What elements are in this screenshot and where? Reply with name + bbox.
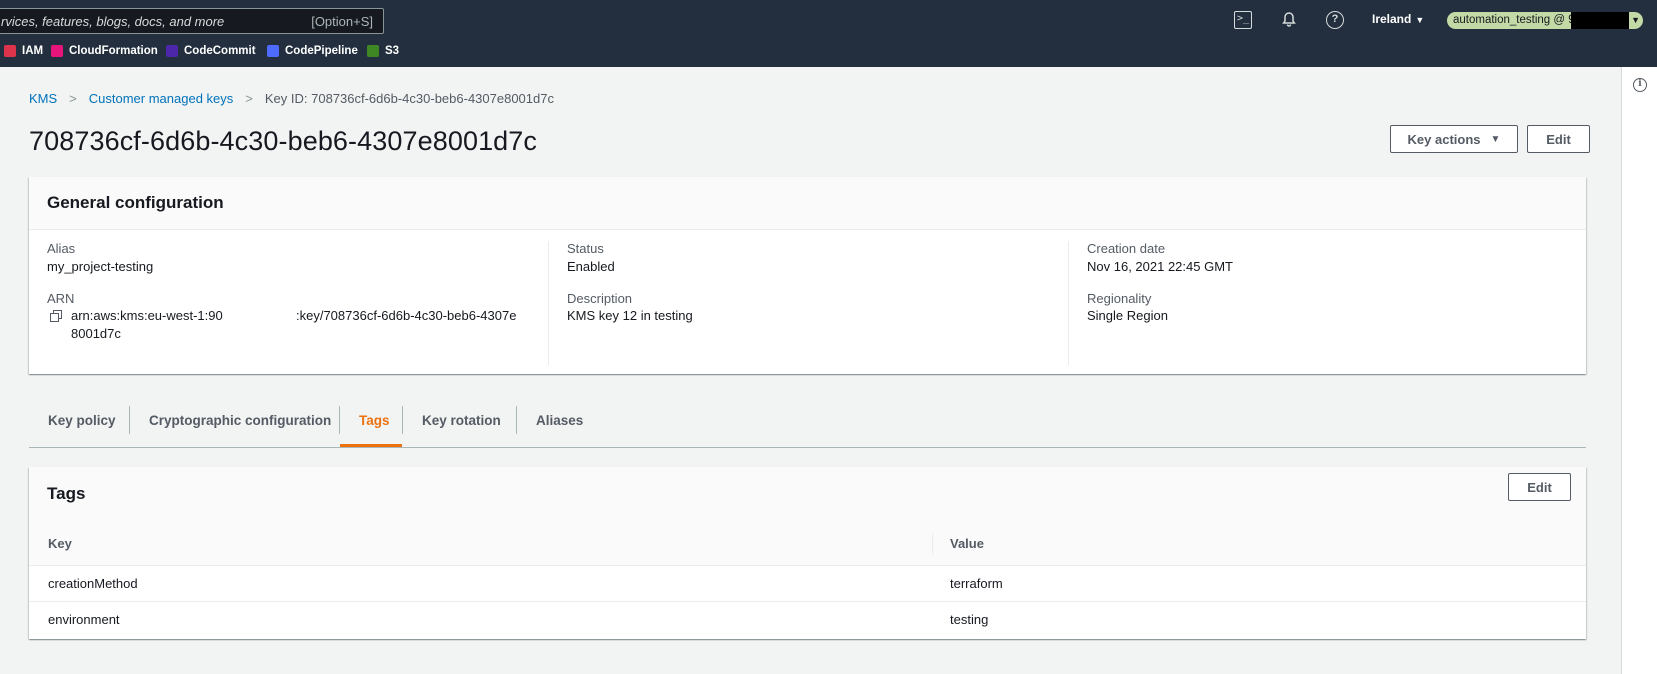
table-header: Key Value [29,521,1586,566]
arn-label: ARN [47,291,75,306]
tags-edit-button[interactable]: Edit [1508,473,1571,501]
caret-down-icon: ▼ [1490,133,1501,145]
tab-key-rotation[interactable]: Key rotation [402,406,520,434]
chevron-right-icon: > [69,91,77,106]
cloudformation-icon [51,45,63,57]
creation-date-label: Creation date [1087,241,1166,256]
codecommit-icon [166,45,178,57]
tags-title: Tags [47,484,86,503]
column-header-key: Key [48,536,72,551]
codepipeline-icon [267,45,279,57]
favorite-iam[interactable]: IAM [4,45,43,57]
status-value: Enabled [567,259,615,274]
caret-down-icon: ▼ [1415,15,1425,25]
bell-glyph [1282,12,1296,27]
panel-header: General configuration [29,177,1586,230]
tags-panel-header: Tags [29,467,1586,521]
tab-aliases[interactable]: Aliases [516,406,602,434]
active-tab-indicator [340,444,402,447]
favorite-cloudformation[interactable]: CloudFormation [51,45,158,57]
favorite-label: IAM [22,45,44,57]
bell-icon[interactable] [1280,11,1298,29]
chevron-right-icon: > [245,91,253,106]
arn-value-part2: :key/708736cf-6d6b-4c30-beb6-4307e [296,308,517,323]
favorite-codepipeline[interactable]: CodePipeline [267,45,358,57]
favorite-label: CodePipeline [285,45,358,57]
tools-rail: i [1621,67,1657,674]
column-header-value: Value [950,536,984,551]
cloudshell-icon[interactable]: >_ [1234,11,1252,29]
account-menu[interactable]: automation_testing @ 90 ▼ [1447,12,1643,29]
key-actions-label: Key actions [1407,131,1481,147]
config-column-2: Status Enabled Description KMS key 12 in… [548,241,1068,365]
tag-value: terraform [950,576,1003,591]
tag-value: testing [950,612,989,627]
arn-value-part1: arn:aws:kms:eu-west-1:90 [71,308,223,323]
table-row: creationMethod terraform [29,566,1586,602]
breadcrumb-current: Key ID: 708736cf-6d6b-4c30-beb6-4307e800… [264,91,554,106]
arn-value-line2: 8001d7c [71,326,121,341]
description-label: Description [567,291,633,306]
breadcrumb: KMS > Customer managed keys > Key ID: 70… [29,91,554,106]
regionality-value: Single Region [1087,308,1168,323]
copy-icon[interactable] [50,310,62,322]
search-shortcut: [Option+S] [311,14,373,29]
alias-value: my_project-testing [47,259,154,274]
region-selector[interactable]: Ireland ▼ [1372,12,1424,26]
creation-date-value: Nov 16, 2021 22:45 GMT [1087,259,1233,274]
info-icon[interactable]: i [1633,78,1647,92]
column-divider [932,533,933,555]
tag-key: creationMethod [48,576,138,591]
general-configuration-panel: General configuration Alias my_project-t… [29,177,1586,374]
page-title: 708736cf-6d6b-4c30-beb6-4307e8001d7c [29,126,538,156]
account-label: automation_testing @ 90 [1453,14,1582,26]
tab-cryptographic-configuration[interactable]: Cryptographic configuration [129,406,350,434]
search-placeholder: rvices, features, blogs, docs, and more [1,14,225,29]
favorite-label: CloudFormation [69,45,158,57]
edit-button[interactable]: Edit [1527,125,1590,153]
breadcrumb-customer-managed-keys[interactable]: Customer managed keys [89,91,234,106]
help-icon[interactable]: ? [1326,11,1344,29]
favorite-s3[interactable]: S3 [367,45,399,57]
favorite-label: CodeCommit [184,45,256,57]
alias-label: Alias [47,241,76,256]
key-actions-button[interactable]: Key actions ▼ [1390,125,1518,153]
tag-key: environment [48,612,120,627]
tags-panel: Tags Edit Key Value creationMethod terra… [29,467,1586,639]
panel-title: General configuration [47,193,224,212]
favorite-codecommit[interactable]: CodeCommit [166,45,256,57]
s3-icon [367,45,379,57]
table-row: environment testing [29,602,1586,638]
top-navigation: rvices, features, blogs, docs, and more … [0,0,1657,67]
regionality-label: Regionality [1087,291,1152,306]
tab-bar: Key policy Cryptographic configuration T… [29,400,1586,448]
edit-label: Edit [1546,131,1571,147]
search-input[interactable]: rvices, features, blogs, docs, and more … [0,8,384,34]
description-value: KMS key 12 in testing [567,308,693,323]
breadcrumb-kms[interactable]: KMS [29,91,57,106]
config-column-1: Alias my_project-testing ARN arn:aws:kms… [29,241,548,365]
redacted-block [1571,12,1629,29]
region-label: Ireland [1372,12,1412,26]
tab-tags[interactable]: Tags [339,406,409,434]
config-column-3: Creation date Nov 16, 2021 22:45 GMT Reg… [1068,241,1586,365]
caret-down-icon: ▼ [1631,15,1640,25]
tags-edit-label: Edit [1527,479,1552,495]
favorite-label: S3 [385,45,400,57]
favorites-bar: IAM CloudFormation CodeCommit CodePipeli… [0,40,1657,67]
iam-icon [4,45,16,57]
tab-key-policy[interactable]: Key policy [29,406,135,434]
status-label: Status [567,241,604,256]
